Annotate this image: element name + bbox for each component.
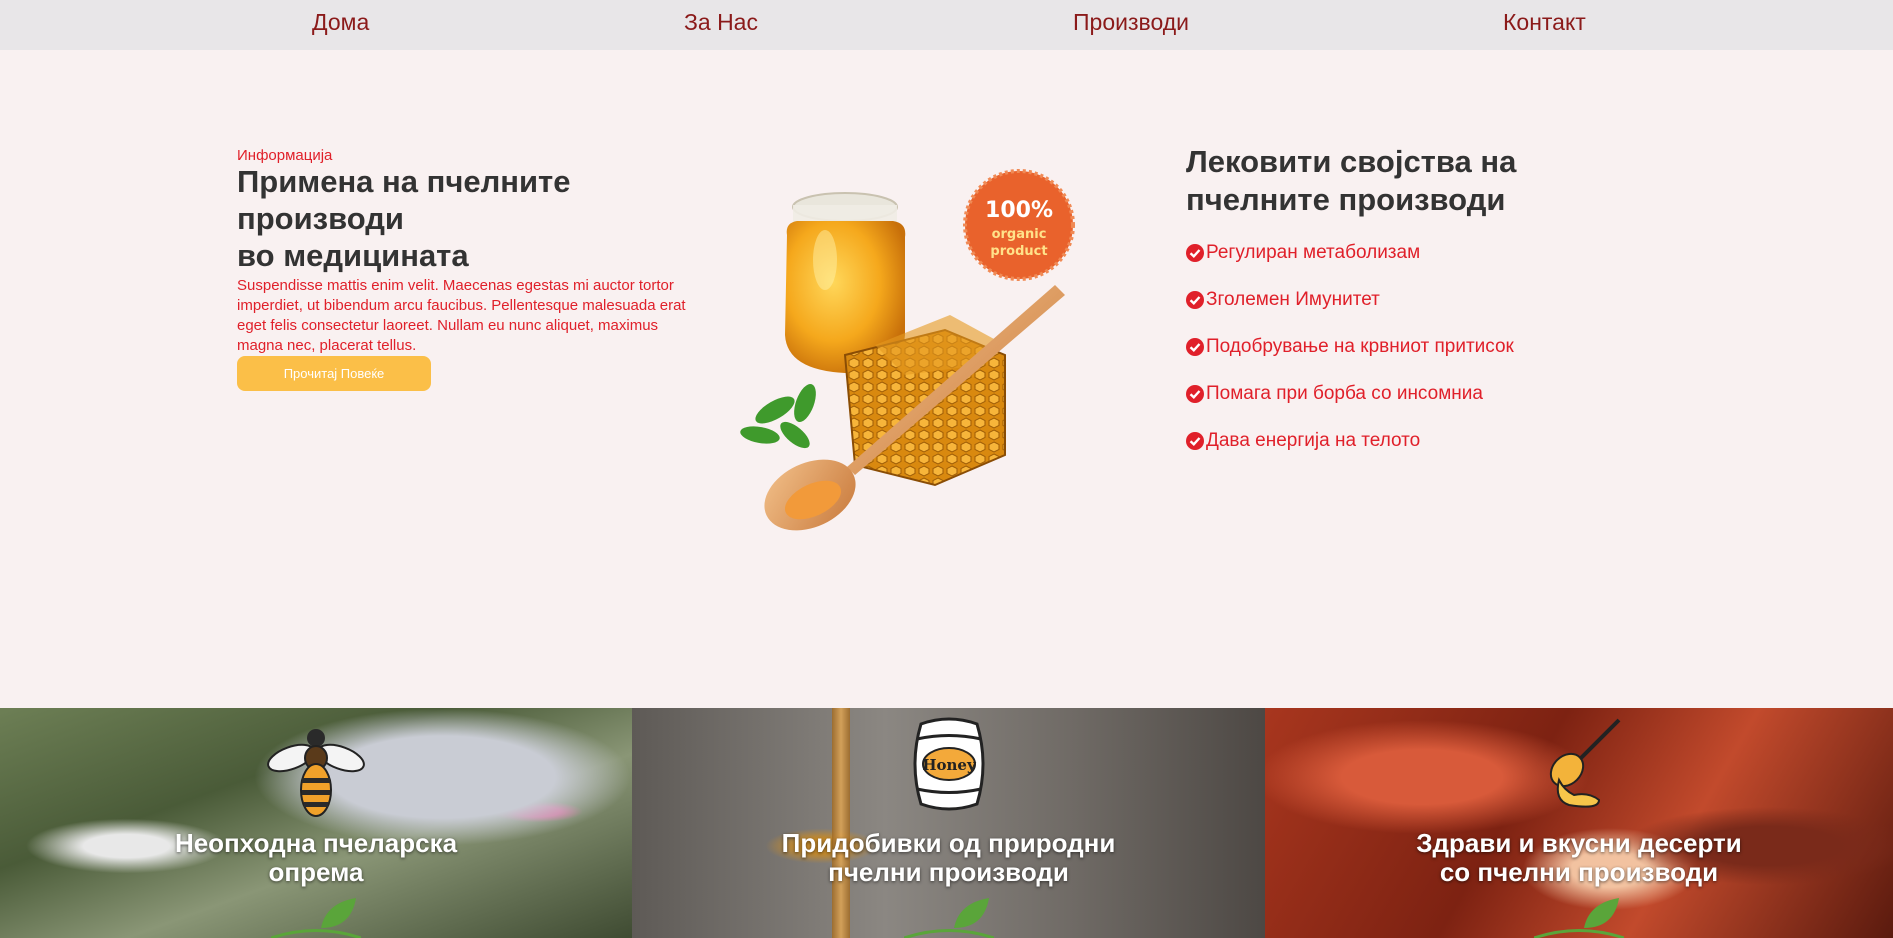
tile-title: Неопходна пчеларска опрема (0, 829, 632, 887)
property-label: Зголемен Имунитет (1206, 289, 1380, 310)
list-item: Регулиран метаболизам (1186, 242, 1514, 289)
property-label: Подобрување на крвниот притисок (1206, 336, 1514, 357)
check-circle-icon (1186, 338, 1204, 356)
honey-dipper-image (832, 708, 850, 938)
read-more-button[interactable]: Прочитај Повеќе (237, 356, 431, 391)
info-body-text: Suspendisse mattis enim velit. Maecenas … (237, 277, 686, 354)
leaf-icon (1534, 898, 1624, 938)
info-title: Примена на пчелните производи во медицин… (237, 163, 717, 274)
check-circle-icon (1186, 244, 1204, 262)
tile-title-line: Придобивки од природни (781, 828, 1116, 858)
tile-title: Придобивки од природни пчелни производи (632, 829, 1265, 887)
check-circle-icon (1186, 385, 1204, 403)
nav-link-contact[interactable]: Контакт (1503, 9, 1586, 36)
section-eyebrow: Информација (237, 147, 333, 164)
list-item: Дава енергија на телото (1186, 430, 1514, 477)
honey-dipper-icon (1549, 718, 1621, 808)
tile-healthy-desserts[interactable]: Здрави и вкусни десерти со пчелни произв… (1265, 708, 1893, 938)
info-title-line: Примена на пчелните (237, 164, 571, 199)
tile-title-line: Здрави и вкусни десерти (1416, 828, 1742, 858)
barrel-label: Honey (922, 756, 977, 774)
tile-title-line: Неопходна пчеларска (174, 828, 458, 858)
leaf-icon (271, 898, 361, 938)
list-item: Зголемен Имунитет (1186, 289, 1514, 336)
honey-barrel-icon: Honey (913, 717, 984, 811)
list-item: Помага при борба со инсомниа (1186, 383, 1514, 430)
nav-link-home[interactable]: Дома (312, 9, 369, 36)
tile-beekeeping-equipment[interactable]: Неопходна пчеларска опрема (0, 708, 632, 938)
honey-product-image: 100% organic product (735, 165, 1145, 550)
properties-title-line: пчелните производи (1186, 182, 1506, 217)
info-title-line: производи (237, 201, 404, 236)
tile-bee-product-benefits[interactable]: Honey Придобивки од природни пчелни прои… (632, 708, 1265, 938)
tile-title: Здрави и вкусни десерти со пчелни произв… (1265, 829, 1893, 887)
badge-line2: product (990, 244, 1047, 259)
list-item: Подобрување на крвниот притисок (1186, 336, 1514, 383)
properties-title-line: Лековити својства на (1186, 144, 1517, 179)
tile-title-line: со пчелни производи (1439, 857, 1719, 887)
bee-icon (267, 729, 365, 817)
property-label: Дава енергија на телото (1206, 430, 1421, 451)
leaf-icon (903, 898, 994, 938)
top-nav: Дома За Нас Производи Контакт (0, 0, 1893, 50)
tile-title-line: опрема (268, 857, 364, 887)
badge-line1: organic (992, 227, 1047, 242)
tile-title-line: пчелни производи (828, 857, 1069, 887)
info-title-line: во медицината (237, 238, 469, 273)
check-circle-icon (1186, 291, 1204, 309)
property-label: Помага при борба со инсомниа (1206, 383, 1483, 404)
properties-list: Регулиран метаболизам Зголемен Имунитет … (1186, 242, 1514, 477)
nav-link-products[interactable]: Производи (1073, 9, 1189, 36)
property-label: Регулиран метаболизам (1206, 242, 1421, 263)
properties-title: Лековити својства на пчелните производи (1186, 143, 1606, 219)
check-circle-icon (1186, 432, 1204, 450)
nav-link-about[interactable]: За Нас (684, 9, 758, 36)
badge-percent: 100% (985, 198, 1053, 223)
